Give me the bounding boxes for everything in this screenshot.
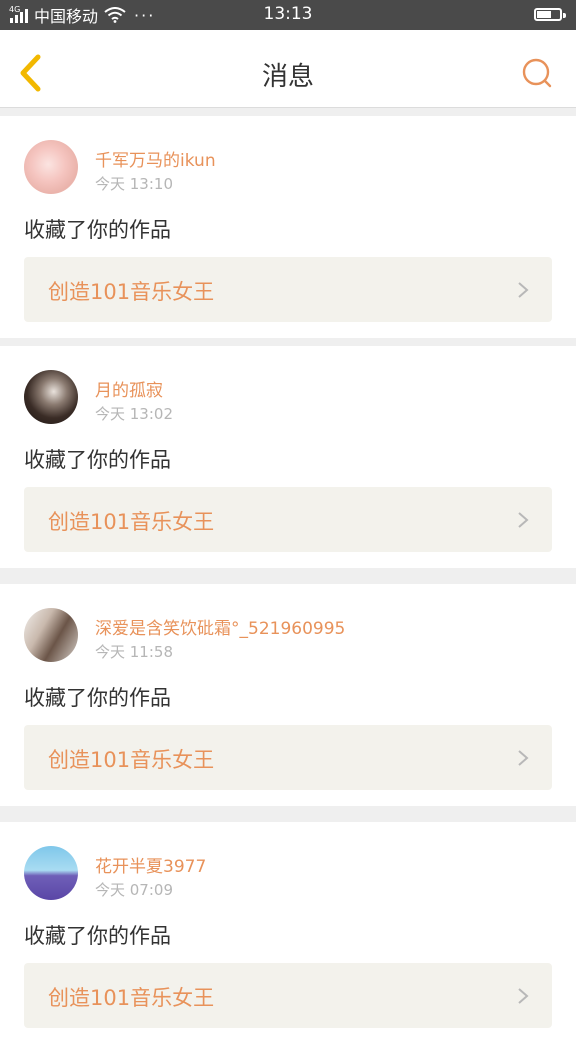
battery-icon	[534, 8, 566, 21]
message-time: 今天 13:10	[95, 175, 173, 193]
chevron-right-icon	[518, 512, 529, 528]
message-action: 收藏了你的作品	[24, 686, 171, 710]
page-title: 消息	[261, 62, 314, 92]
message-card: 千军万马的ikun 今天 13:10 收藏了你的作品 创造101音乐女王	[0, 116, 576, 338]
work-link[interactable]: 创造101音乐女王	[24, 257, 552, 322]
work-link[interactable]: 创造101音乐女王	[24, 963, 552, 1028]
avatar[interactable]	[24, 608, 78, 662]
message-card: 花开半夏3977 今天 07:09 收藏了你的作品 创造101音乐女王	[0, 822, 576, 1044]
message-time: 今天 07:09	[95, 881, 173, 899]
status-bar: 4G 中国移动 ··· 13:13	[0, 0, 576, 30]
user-name[interactable]: 月的孤寂	[95, 376, 163, 401]
chevron-right-icon	[518, 988, 529, 1004]
work-title: 创造101音乐女王	[48, 748, 215, 772]
work-link[interactable]: 创造101音乐女王	[24, 487, 552, 552]
user-name[interactable]: 千军万马的ikun	[95, 146, 216, 171]
search-icon[interactable]	[520, 56, 554, 90]
user-name[interactable]: 花开半夏3977	[95, 852, 206, 877]
message-card: 月的孤寂 今天 13:02 收藏了你的作品 创造101音乐女王	[0, 346, 576, 568]
work-title: 创造101音乐女王	[48, 510, 215, 534]
work-title: 创造101音乐女王	[48, 986, 215, 1010]
message-action: 收藏了你的作品	[24, 448, 171, 472]
avatar[interactable]	[24, 140, 78, 194]
user-name[interactable]: 深爱是含笑饮砒霜°_521960995	[95, 614, 345, 639]
message-action: 收藏了你的作品	[24, 924, 171, 948]
message-action: 收藏了你的作品	[24, 218, 171, 242]
status-time: 13:13	[263, 4, 313, 24]
avatar[interactable]	[24, 370, 78, 424]
message-card: 深爱是含笑饮砒霜°_521960995 今天 11:58 收藏了你的作品 创造1…	[0, 584, 576, 806]
header-bar: 消息	[0, 30, 576, 108]
work-title: 创造101音乐女王	[48, 280, 215, 304]
avatar[interactable]	[24, 846, 78, 900]
work-link[interactable]: 创造101音乐女王	[24, 725, 552, 790]
message-time: 今天 11:58	[95, 643, 173, 661]
message-time: 今天 13:02	[95, 405, 173, 423]
chevron-right-icon	[518, 282, 529, 298]
chevron-right-icon	[518, 750, 529, 766]
